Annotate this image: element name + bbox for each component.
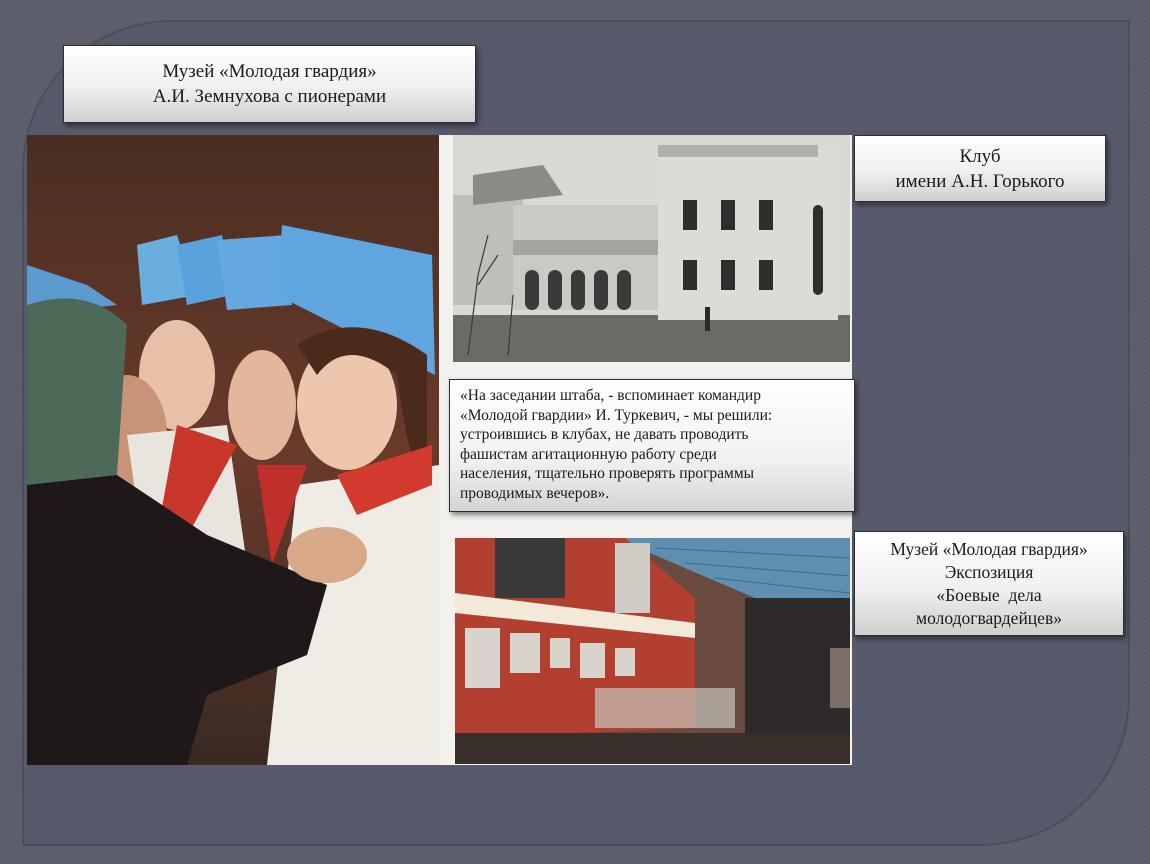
museum-title-caption: Музей «Молодая гвардия» А.И. Земнухова с… [63, 45, 476, 123]
exposition-caption: Музей «Молодая гвардия» Экспозиция «Боев… [854, 531, 1124, 636]
quote-line: «На заседании штаба, - вспоминает команд… [460, 387, 761, 404]
exposition-caption-line-3: «Боевые дела [936, 584, 1042, 605]
exposition-caption-line-1: Музей «Молодая гвардия» [890, 538, 1088, 559]
club-caption: Клуб имени А.Н. Горького [854, 135, 1106, 202]
quote-line: устроившись в клубах, не давать проводит… [460, 426, 749, 443]
club-caption-line-1: Клуб [959, 145, 1001, 167]
museum-title-line-2: А.И. Земнухова с пионерами [152, 86, 387, 107]
museum-title-line-1: Музей «Молодая гвардия» [162, 61, 377, 82]
quote-line: населения, тщательно проверять программы [460, 465, 755, 482]
quote-line: фашистам агитационную работу среди [460, 445, 717, 463]
quote-line: «Молодой гвардии» И. Туркевич, - мы реши… [460, 406, 773, 424]
quote-box: «На заседании штаба, - вспоминает команд… [449, 379, 855, 512]
quote-line: проводимых вечеров». [460, 484, 610, 502]
club-caption-line-2: имени А.Н. Горького [895, 170, 1065, 192]
exposition-caption-line-4: молодогвардейцев» [916, 607, 1062, 628]
exposition-caption-line-2: Экспозиция [944, 561, 1034, 582]
pioneers-photo [27, 135, 439, 765]
club-building-photo [453, 135, 850, 362]
museum-exposition-photo [455, 538, 850, 764]
